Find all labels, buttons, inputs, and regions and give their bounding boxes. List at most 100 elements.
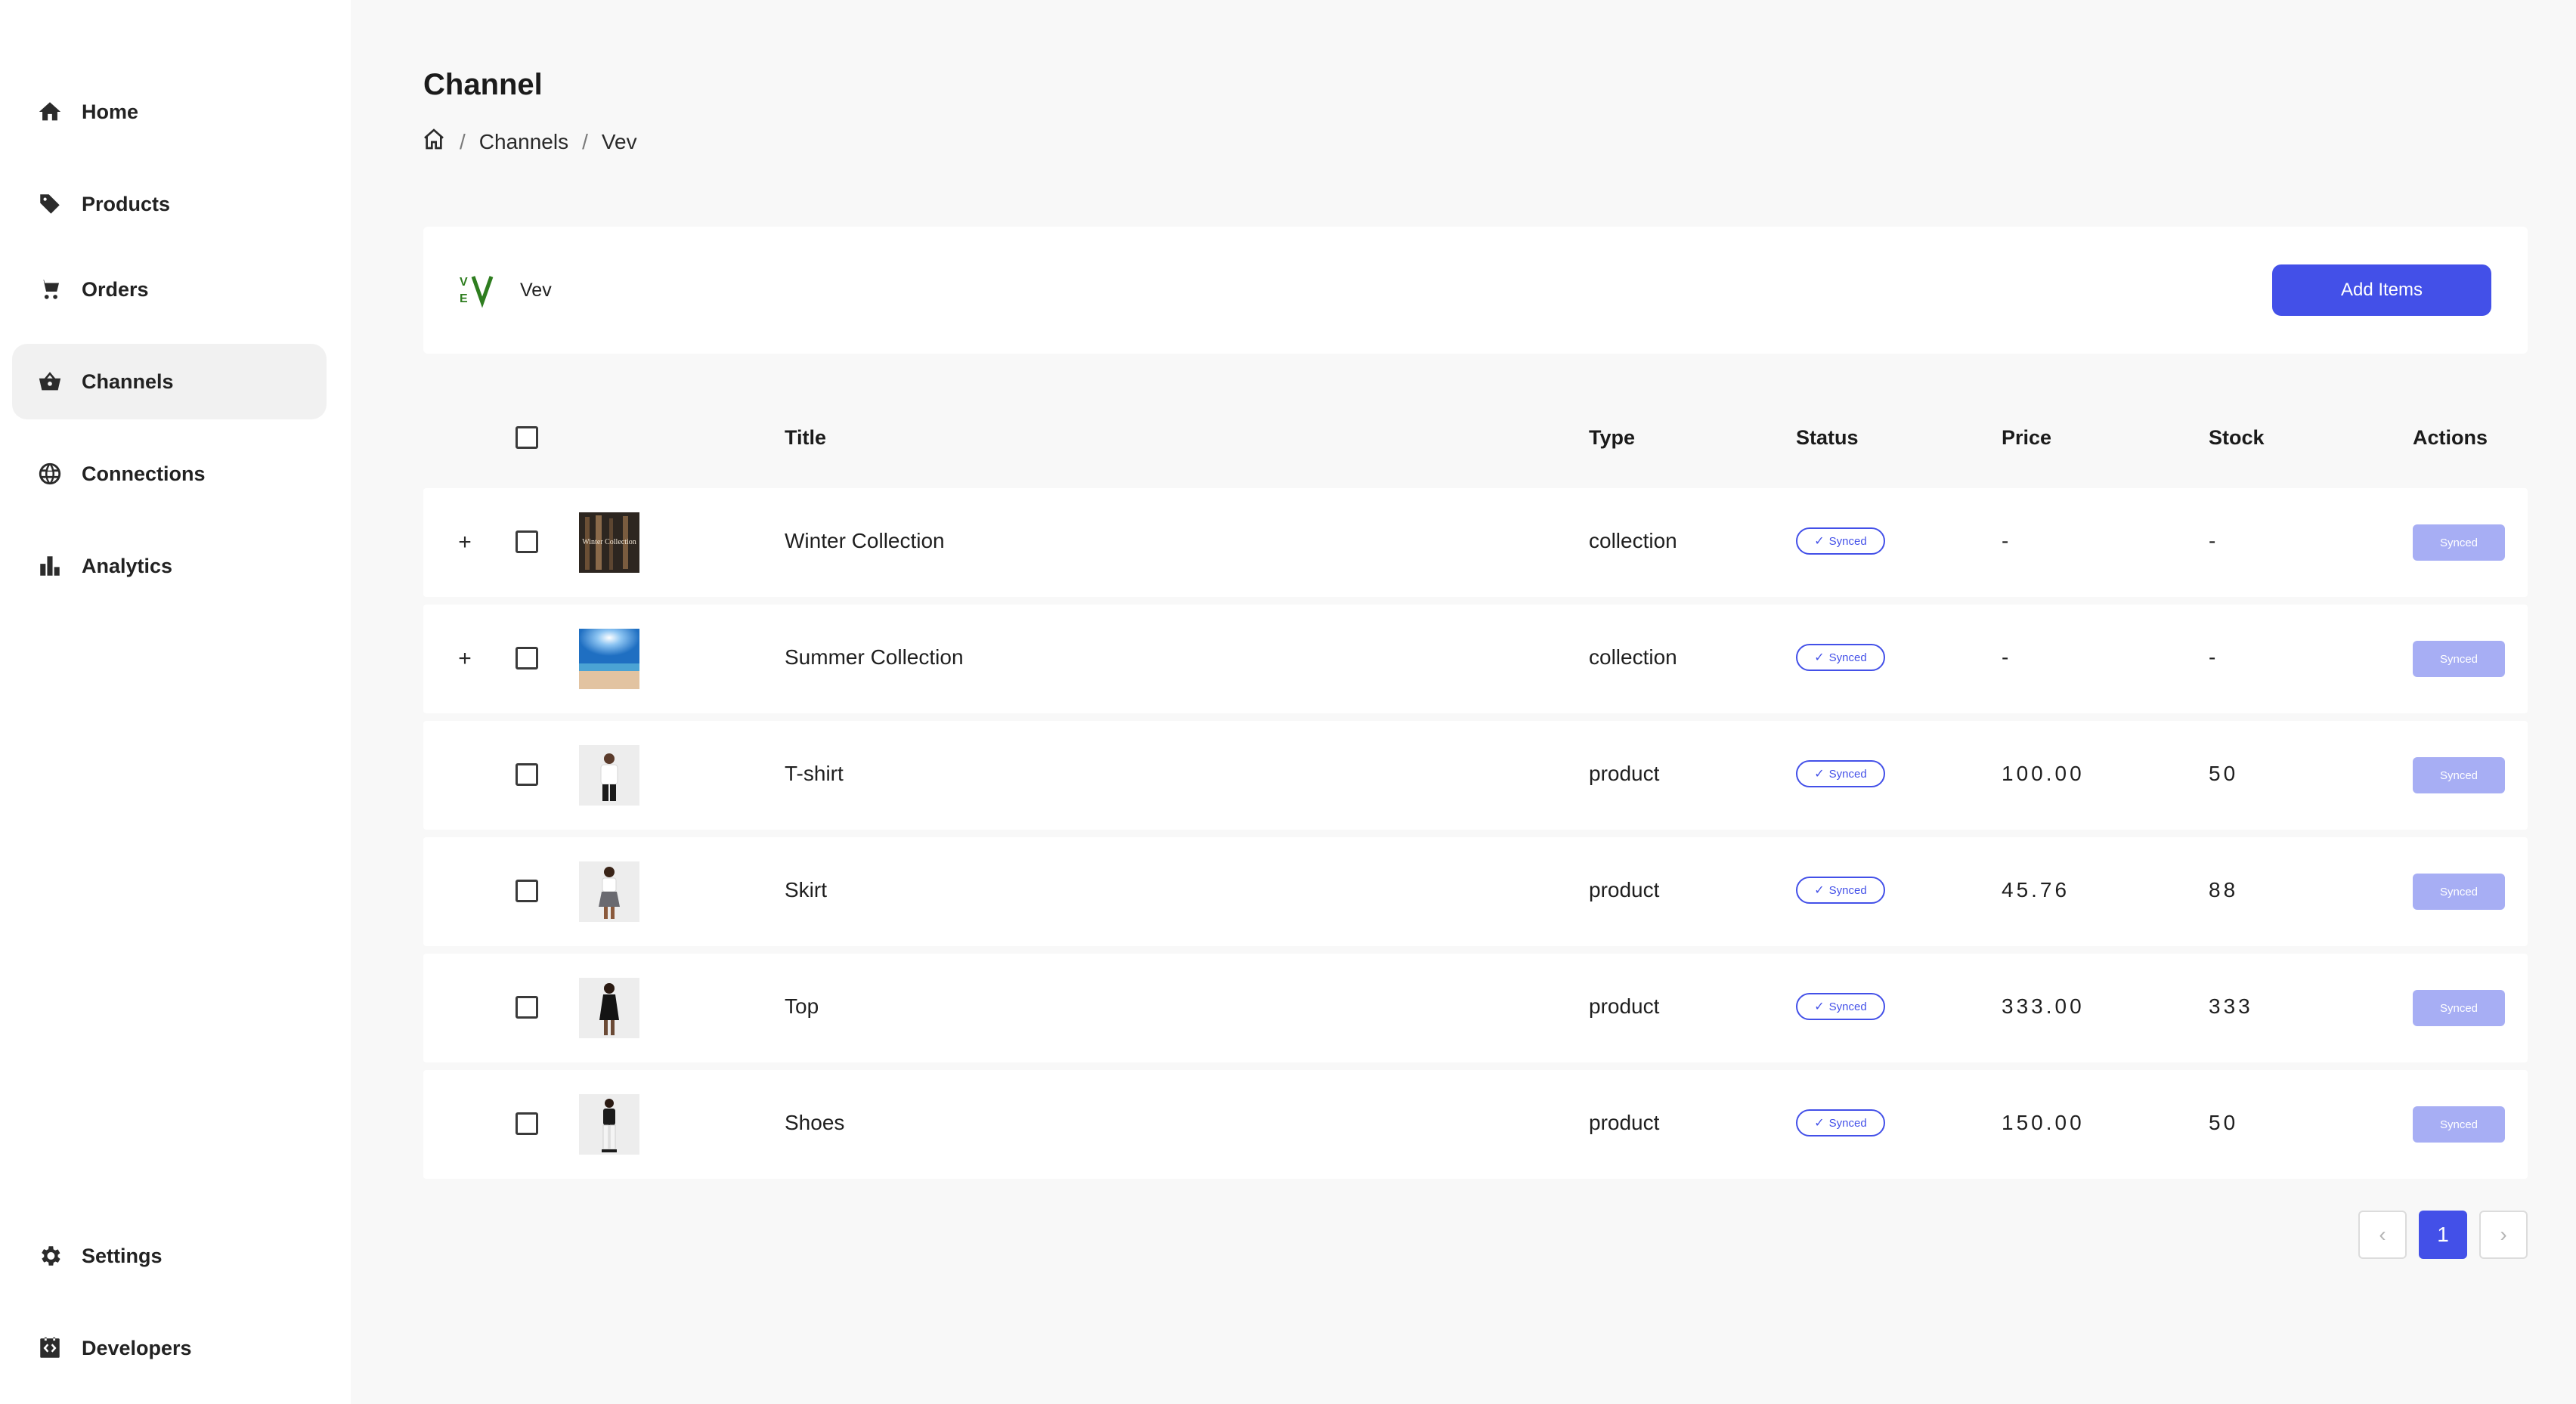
row-type: collection (1589, 645, 1677, 669)
row-price: 45.76 (2002, 878, 2070, 901)
page-title: Channel (423, 68, 543, 101)
table-row: + Winter Collection Winter Collection co… (423, 488, 2528, 597)
select-all-checkbox[interactable] (516, 426, 538, 449)
row-thumbnail (579, 745, 639, 806)
row-thumbnail (579, 1094, 639, 1155)
pagination-next-button[interactable]: › (2479, 1211, 2528, 1259)
row-title: T-shirt (785, 762, 844, 785)
sidebar: Home Products Orders Channels Connection… (0, 0, 351, 1404)
row-thumbnail (579, 978, 639, 1038)
check-icon: ✓ (1814, 1000, 1825, 1013)
row-title: Winter Collection (785, 529, 945, 552)
status-badge: ✓ Synced (1796, 644, 1885, 671)
status-badge: ✓ Synced (1796, 993, 1885, 1020)
table-header: Title Type Status Price Stock Actions (423, 405, 2528, 473)
sidebar-item-label: Developers (82, 1336, 192, 1359)
home-icon (35, 97, 65, 127)
synced-action-button[interactable]: Synced (2413, 524, 2505, 561)
table-row: Top product ✓ Synced 333.00 333 Synced (423, 954, 2528, 1062)
column-header-actions: Actions (2413, 426, 2488, 449)
sidebar-item-developers[interactable]: Developers (12, 1310, 327, 1386)
row-checkbox[interactable] (516, 530, 538, 553)
sidebar-item-products[interactable]: Products (12, 166, 327, 242)
expand-icon[interactable]: + (454, 648, 476, 671)
table-row: Shoes product ✓ Synced 150.00 50 Synced (423, 1070, 2528, 1179)
breadcrumb-separator: / (460, 129, 466, 153)
sidebar-item-analytics[interactable]: Analytics (12, 528, 327, 604)
row-thumbnail (579, 629, 639, 689)
sidebar-item-label: Analytics (82, 554, 173, 577)
breadcrumb-channels[interactable]: Channels (479, 130, 568, 154)
row-title: Shoes (785, 1111, 845, 1134)
row-checkbox[interactable] (516, 880, 538, 902)
breadcrumb: / Channels / Vev (422, 127, 637, 156)
code-icon (35, 1333, 65, 1363)
row-type: product (1589, 878, 1660, 901)
expand-icon[interactable]: + (454, 531, 476, 555)
gear-icon (35, 1241, 65, 1271)
column-header-title: Title (785, 426, 827, 449)
synced-action-button[interactable]: Synced (2413, 1106, 2505, 1143)
breadcrumb-separator: / (582, 129, 588, 153)
column-header-status: Status (1796, 426, 1859, 449)
check-icon: ✓ (1814, 884, 1825, 897)
row-thumbnail (579, 861, 639, 922)
row-type: product (1589, 762, 1660, 785)
row-stock: 333 (2209, 994, 2253, 1018)
row-stock: - (2209, 645, 2219, 669)
add-items-button[interactable]: Add Items (2272, 264, 2491, 316)
svg-text:V: V (460, 276, 468, 289)
row-stock: 50 (2209, 1111, 2239, 1134)
sidebar-item-label: Orders (82, 277, 149, 301)
sidebar-item-label: Home (82, 100, 139, 123)
sidebar-item-connections[interactable]: Connections (12, 436, 327, 512)
pagination-page-current[interactable]: 1 (2419, 1211, 2467, 1259)
sidebar-item-settings[interactable]: Settings (12, 1218, 327, 1294)
table-row: Skirt product ✓ Synced 45.76 88 Synced (423, 837, 2528, 946)
check-icon: ✓ (1814, 651, 1825, 664)
row-title: Skirt (785, 878, 827, 901)
chevron-right-icon: › (2500, 1223, 2507, 1246)
row-type: collection (1589, 529, 1677, 552)
row-price: 333.00 (2002, 994, 2085, 1018)
row-type: product (1589, 994, 1660, 1018)
row-price: 100.00 (2002, 762, 2085, 785)
sidebar-item-label: Connections (82, 462, 206, 485)
row-checkbox[interactable] (516, 996, 538, 1019)
synced-action-button[interactable]: Synced (2413, 757, 2505, 793)
synced-action-button[interactable]: Synced (2413, 641, 2505, 677)
row-checkbox[interactable] (516, 647, 538, 670)
sidebar-item-label: Channels (82, 370, 174, 393)
basket-icon (35, 366, 65, 397)
column-header-price: Price (2002, 426, 2052, 449)
status-badge: ✓ Synced (1796, 1109, 1885, 1136)
row-type: product (1589, 1111, 1660, 1134)
globe-icon (35, 459, 65, 489)
row-checkbox[interactable] (516, 1112, 538, 1135)
row-title: Summer Collection (785, 645, 964, 669)
check-icon: ✓ (1814, 535, 1825, 548)
synced-action-button[interactable]: Synced (2413, 874, 2505, 910)
svg-text:Winter Collection: Winter Collection (582, 538, 636, 546)
status-badge: ✓ Synced (1796, 527, 1885, 555)
sidebar-item-label: Products (82, 192, 171, 215)
sidebar-item-home[interactable]: Home (12, 74, 327, 150)
sidebar-item-orders[interactable]: Orders (12, 252, 327, 327)
synced-action-button[interactable]: Synced (2413, 990, 2505, 1026)
svg-text:E: E (460, 292, 468, 305)
row-checkbox[interactable] (516, 763, 538, 786)
breadcrumb-current: Vev (601, 129, 637, 153)
chevron-left-icon: ‹ (2379, 1223, 2386, 1246)
vev-logo: V E (460, 276, 494, 308)
home-icon[interactable] (422, 127, 446, 156)
row-title: Top (785, 994, 819, 1018)
status-badge: ✓ Synced (1796, 760, 1885, 787)
channel-name: Vev (520, 280, 552, 301)
pagination-prev-button[interactable]: ‹ (2358, 1211, 2407, 1259)
bar-chart-icon (35, 551, 65, 581)
sidebar-item-channels[interactable]: Channels (12, 344, 327, 419)
sidebar-item-label: Settings (82, 1244, 163, 1267)
row-price: - (2002, 529, 2012, 552)
row-price: - (2002, 645, 2012, 669)
row-stock: - (2209, 529, 2219, 552)
